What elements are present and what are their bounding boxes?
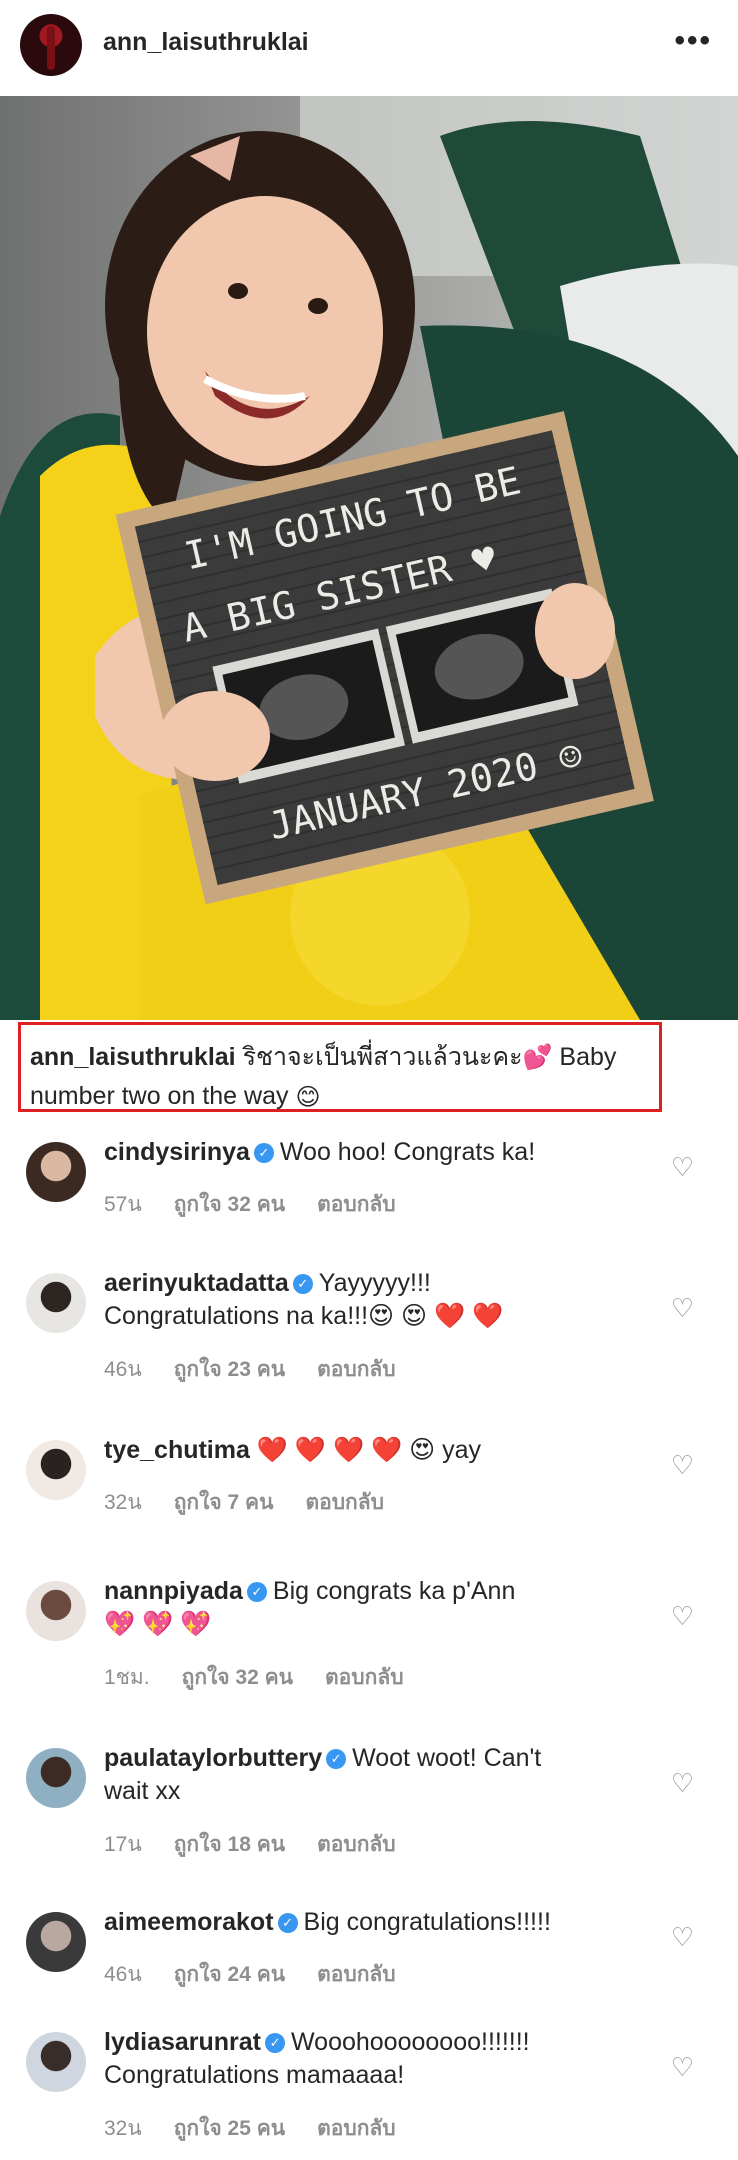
- comment-time: 32น: [104, 1491, 142, 1514]
- comment-body: aimeemorakot ✓ Big congratulations!!!!!: [104, 1906, 664, 1939]
- comment-time: 46น: [104, 1358, 142, 1381]
- heart-outline-icon[interactable]: ♡: [671, 1152, 694, 1183]
- comment-username[interactable]: paulataylorbuttery: [104, 1744, 322, 1772]
- comment-body: nannpiyada ✓ Big congrats ka p'Ann 💖 💖 💖: [104, 1575, 664, 1641]
- comment-text-line2: Congratulations na ka!!!😍 😍 ❤️ ❤️: [104, 1302, 504, 1330]
- comment-username[interactable]: aimeemorakot: [104, 1908, 274, 1936]
- comment-username[interactable]: cindysirinya: [104, 1138, 250, 1166]
- comment-text-line2: Congratulations mamaaaa!: [104, 2061, 405, 2089]
- comment-meta: 1ชม. ถูกใจ 32 คน ตอบกลับ: [104, 1661, 436, 1694]
- comment-text: Woot woot! Can't: [352, 1744, 542, 1772]
- comment-likes[interactable]: ถูกใจ 32 คน: [182, 1666, 293, 1689]
- comment-meta: 46น ถูกใจ 23 คน ตอบกลับ: [104, 1353, 428, 1386]
- heart-outline-icon[interactable]: ♡: [671, 1293, 694, 1324]
- reply-button[interactable]: ตอบกลับ: [305, 1491, 384, 1514]
- comment-text: Big congrats ka p'Ann: [272, 1577, 516, 1605]
- caption-username[interactable]: ann_laisuthruklai: [30, 1043, 236, 1071]
- comment-time: 46น: [104, 1963, 142, 1986]
- caption-text-thai: ริชาจะเป็นพี่สาวแล้วนะคะ: [242, 1043, 523, 1071]
- caption-text-line2: number two on the way: [30, 1082, 289, 1111]
- verified-badge-icon: ✓: [292, 1274, 313, 1295]
- comment-username[interactable]: tye_chutima: [104, 1436, 250, 1464]
- comment-meta: 32น ถูกใจ 25 คน ตอบกลับ: [104, 2112, 428, 2145]
- comment-likes[interactable]: ถูกใจ 25 คน: [174, 2117, 285, 2140]
- reply-button[interactable]: ตอบกลับ: [317, 1963, 396, 1986]
- comment-meta: 32น ถูกใจ 7 คน ตอบกลับ: [104, 1486, 416, 1519]
- comment-text: Woo hoo! Congrats ka!: [279, 1138, 536, 1166]
- comment-likes[interactable]: ถูกใจ 32 คน: [174, 1193, 285, 1216]
- smile-emoji: 😊: [295, 1083, 321, 1111]
- reply-button[interactable]: ตอบกลับ: [317, 1193, 396, 1216]
- comment-body: lydiasarunrat ✓ Wooohoooooooo!!!!!!! Congra…: [104, 2026, 664, 2092]
- comment-meta: 46น ถูกใจ 24 คน ตอบกลับ: [104, 1958, 428, 1991]
- comment-meta: 57น ถูกใจ 32 คน ตอบกลับ: [104, 1188, 428, 1221]
- verified-badge-icon: ✓: [253, 1143, 274, 1164]
- comment-text: Wooohoooooooo!!!!!!!: [291, 2028, 530, 2056]
- verified-badge-icon: ✓: [326, 1749, 347, 1770]
- comment-time: 17น: [104, 1833, 142, 1856]
- comment-text-line2: 💖 💖 💖: [104, 1610, 212, 1638]
- reply-button[interactable]: ตอบกลับ: [317, 2117, 396, 2140]
- comment-body: tye_chutima ❤️ ❤️ ❤️ ❤️ 😍 yay: [104, 1434, 664, 1467]
- verified-badge-icon: ✓: [246, 1582, 267, 1603]
- verified-badge-icon: ✓: [265, 2033, 286, 2054]
- comment-text-line2: wait xx: [104, 1777, 181, 1805]
- post-photo[interactable]: I'M GOING TO BE A BIG SISTER ♥ JANUARY 2…: [0, 96, 738, 1020]
- post-header: ann_laisuthruklai •••: [0, 0, 738, 96]
- heart-outline-icon[interactable]: ♡: [671, 1768, 694, 1799]
- avatar[interactable]: [26, 1142, 86, 1202]
- avatar[interactable]: [26, 1273, 86, 1333]
- comment-body: cindysirinya ✓ Woo hoo! Congrats ka!: [104, 1136, 664, 1169]
- avatar[interactable]: [26, 2032, 86, 2092]
- comment-likes[interactable]: ถูกใจ 7 คน: [174, 1491, 274, 1514]
- verified-badge-icon: ✓: [277, 1913, 298, 1934]
- comment-time: 32น: [104, 2117, 142, 2140]
- heart-outline-icon[interactable]: ♡: [671, 1922, 694, 1953]
- post-username[interactable]: ann_laisuthruklai: [103, 28, 309, 57]
- avatar[interactable]: [26, 1581, 86, 1641]
- comment-time: 57น: [104, 1193, 142, 1216]
- avatar[interactable]: [26, 1912, 86, 1972]
- reply-button[interactable]: ตอบกลับ: [325, 1666, 404, 1689]
- comment-username[interactable]: aerinyuktadatta: [104, 1269, 289, 1297]
- reply-button[interactable]: ตอบกลับ: [317, 1358, 396, 1381]
- comment-body: paulataylorbuttery ✓ Woot woot! Can't wait …: [104, 1742, 664, 1808]
- heart-outline-icon[interactable]: ♡: [671, 1601, 694, 1632]
- comment-text: Big congratulations!!!!!: [303, 1908, 551, 1936]
- heart-outline-icon[interactable]: ♡: [671, 2052, 694, 2083]
- comment-time: 1ชม.: [104, 1666, 150, 1689]
- comment-likes[interactable]: ถูกใจ 23 คน: [174, 1358, 285, 1381]
- more-options-icon[interactable]: •••: [674, 24, 712, 58]
- two-hearts-emoji: 💕: [522, 1044, 553, 1072]
- avatar[interactable]: [26, 1440, 86, 1500]
- caption-text-rest: Baby: [559, 1043, 617, 1071]
- comment-likes[interactable]: ถูกใจ 24 คน: [174, 1963, 285, 1986]
- post-caption: ann_laisuthruklai ริชาจะเป็นพี่สาวแล้วนะ…: [30, 1038, 660, 1117]
- comment-username[interactable]: nannpiyada: [104, 1577, 243, 1605]
- avatar[interactable]: [26, 1748, 86, 1808]
- reply-button[interactable]: ตอบกลับ: [317, 1833, 396, 1856]
- comment-body: aerinyuktadatta ✓ Yayyyyy!!! Congratulation…: [104, 1267, 664, 1333]
- comment-meta: 17น ถูกใจ 18 คน ตอบกลับ: [104, 1828, 428, 1861]
- heart-outline-icon[interactable]: ♡: [671, 1450, 694, 1481]
- comment-likes[interactable]: ถูกใจ 18 คน: [174, 1833, 285, 1856]
- comment-text: ❤️ ❤️ ❤️ ❤️ 😍 yay: [256, 1436, 482, 1464]
- avatar[interactable]: [20, 14, 82, 76]
- comment-text: Yayyyyy!!!: [318, 1269, 431, 1297]
- comment-username[interactable]: lydiasarunrat: [104, 2028, 261, 2056]
